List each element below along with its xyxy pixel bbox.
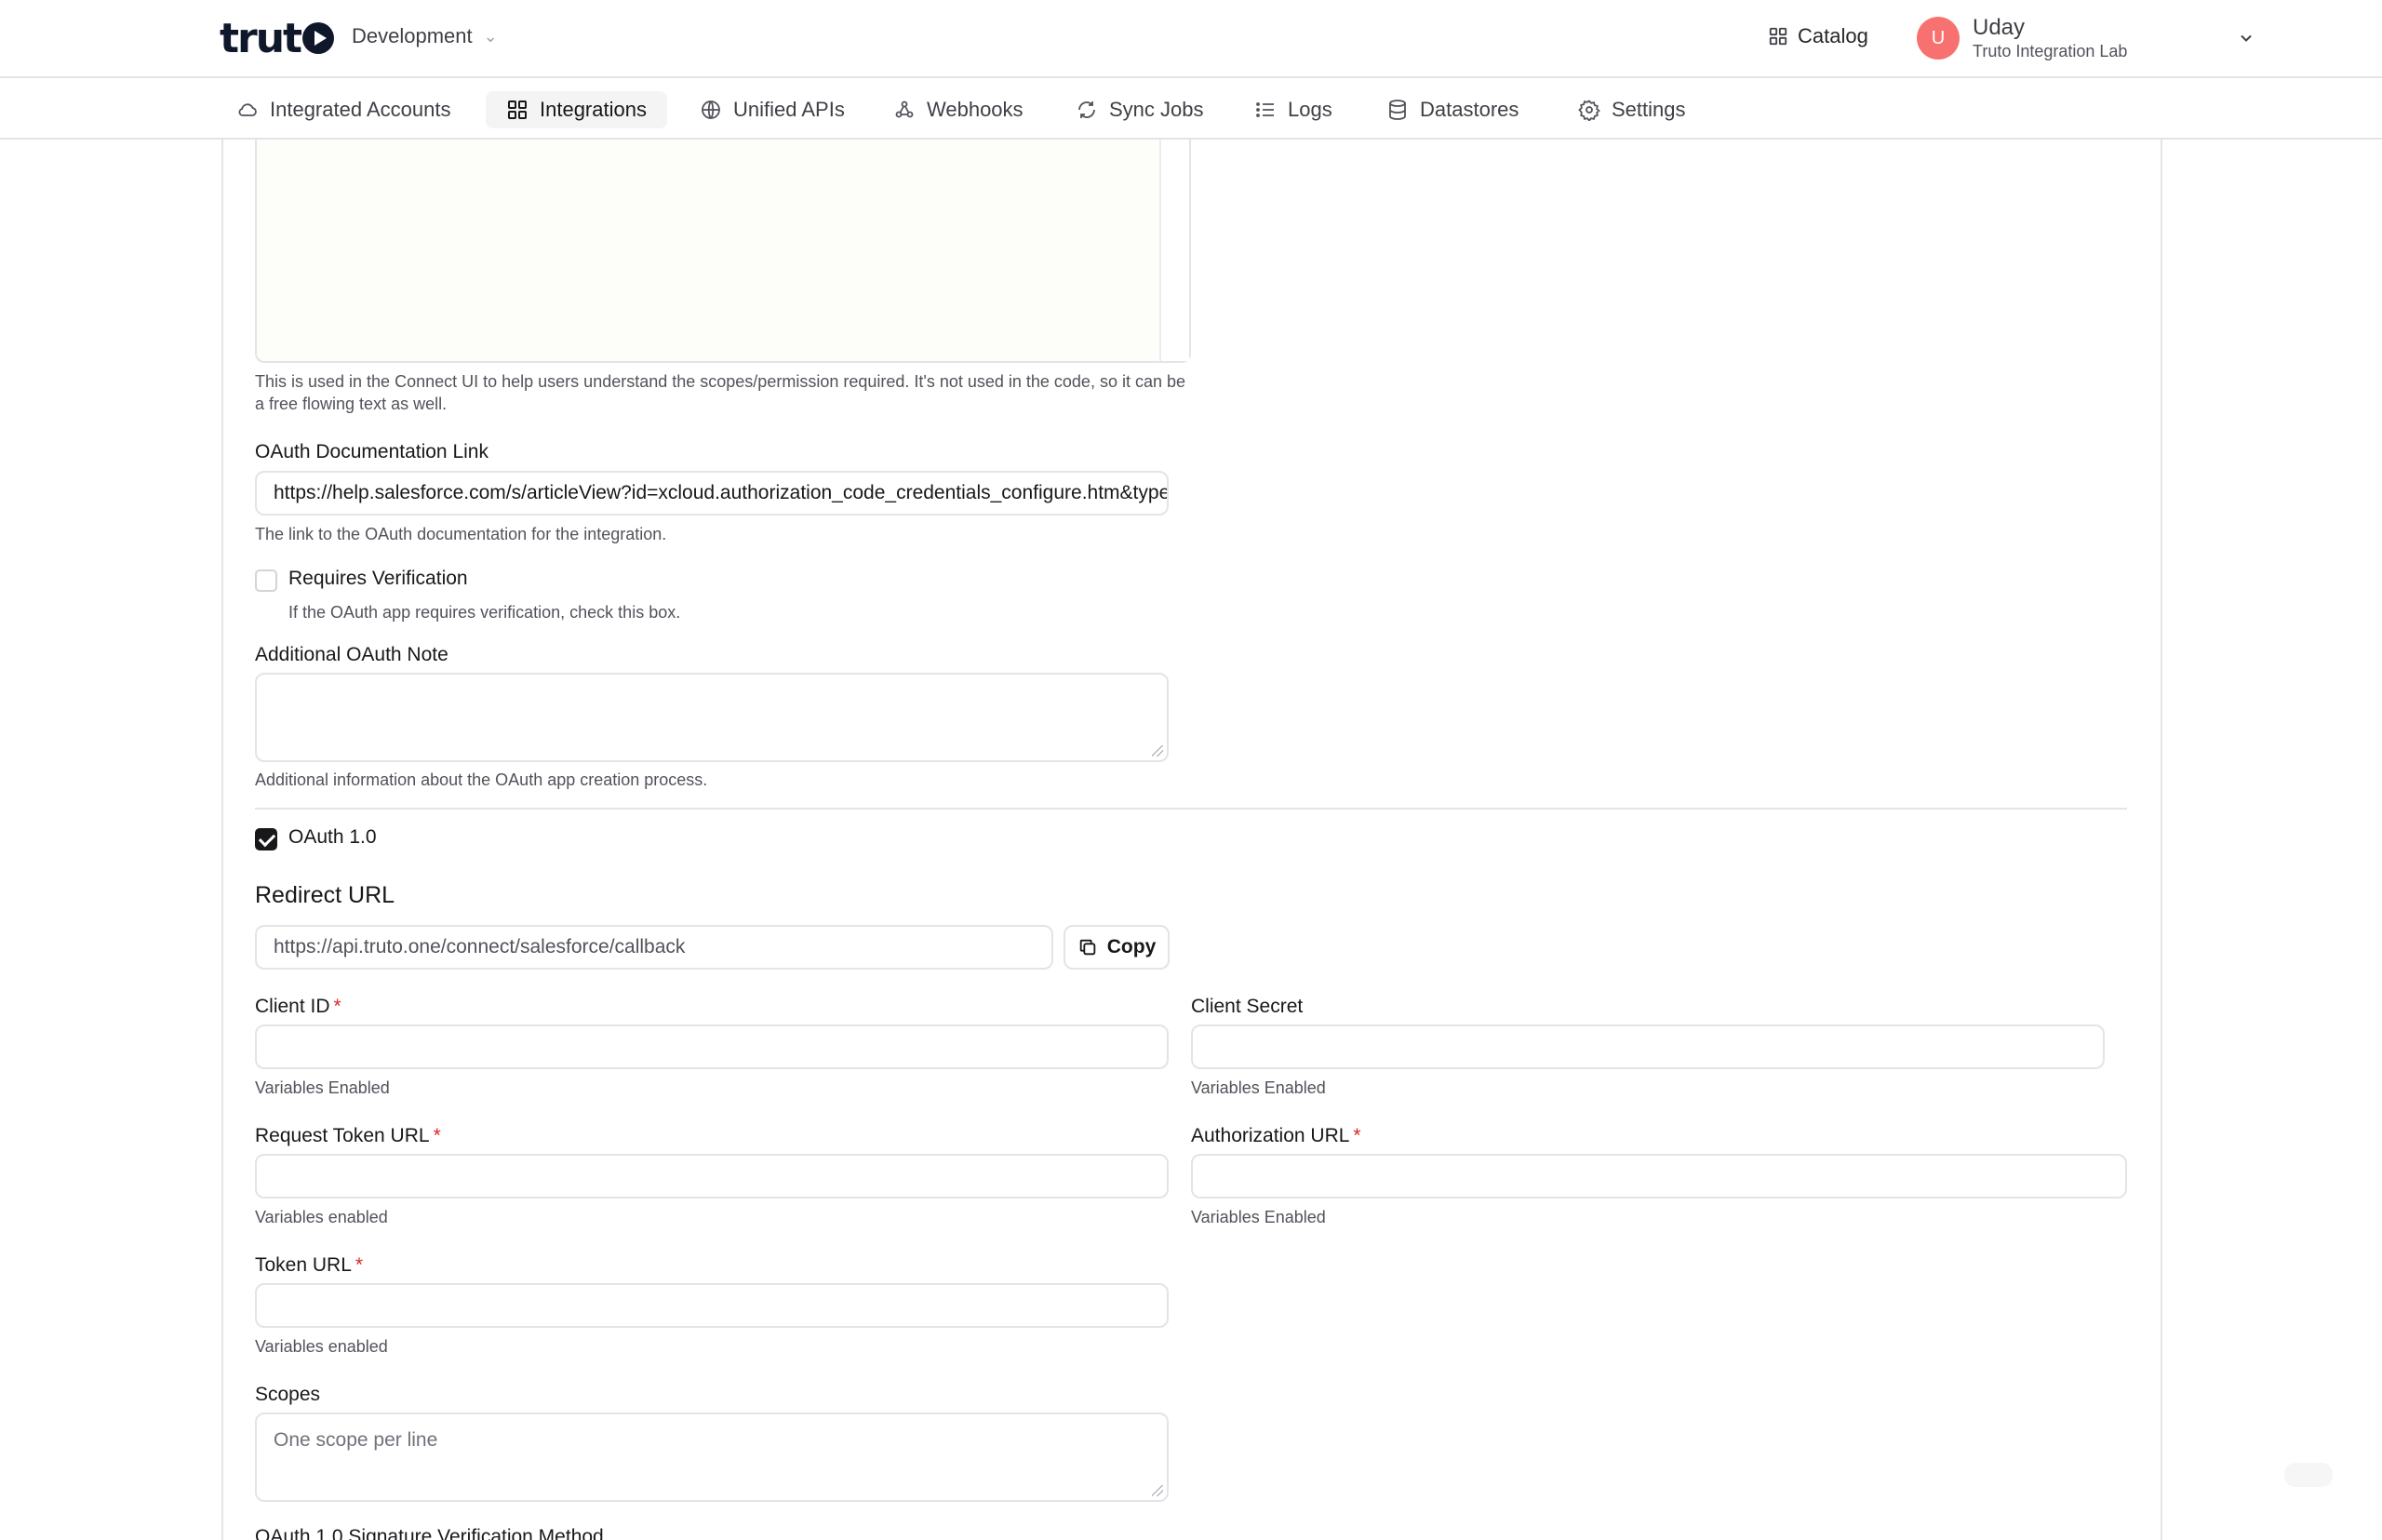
scopes-label: Scopes: [255, 1384, 321, 1405]
additional-note-help: Additional information about the OAuth a…: [255, 770, 708, 789]
catalog-button[interactable]: Catalog: [1768, 24, 1868, 48]
oauth1-checkbox[interactable]: [255, 828, 277, 850]
webhook-icon: [895, 100, 914, 118]
requires-verification-checkbox[interactable]: [255, 569, 277, 592]
database-icon: [1389, 100, 1406, 120]
scrollbar[interactable]: [1159, 140, 1189, 361]
chevron-down-icon: [2241, 34, 2253, 42]
requires-verification-label: Requires Verification: [288, 568, 468, 589]
scopes-description-help: This is used in the Connect UI to help u…: [255, 372, 1186, 413]
nav-item-webhooks[interactable]: Webhooks: [873, 91, 1044, 128]
nav-item-integrations[interactable]: Integrations: [486, 91, 667, 128]
signature-method-label: OAuth 1.0 Signature Verification Method: [255, 1526, 604, 1540]
main-nav: Integrated Accounts Integrations Unified…: [0, 78, 2382, 140]
client-secret-label: Client Secret: [1191, 996, 1304, 1017]
logo-play-icon: [302, 22, 335, 54]
copy-icon: [1079, 939, 1095, 956]
sync-icon: [1078, 101, 1095, 118]
grid-icon: [508, 100, 527, 119]
avatar: U: [1917, 17, 1960, 60]
chevron-down-icon: ⌄: [483, 26, 498, 46]
user-org: Truto Integration Lab: [1973, 42, 2128, 60]
request-token-url-input[interactable]: [255, 1154, 1169, 1199]
nav-item-integrated-accounts[interactable]: Integrated Accounts: [216, 91, 471, 128]
catalog-label: Catalog: [1798, 24, 1868, 47]
resize-handle[interactable]: [1152, 745, 1163, 757]
oauth1-label: OAuth 1.0: [288, 826, 377, 848]
scopes-placeholder: One scope per line: [274, 1429, 438, 1451]
nav-item-logs[interactable]: Logs: [1234, 91, 1353, 128]
authorization-url-input[interactable]: [1191, 1154, 2127, 1199]
user-menu[interactable]: U Uday Truto Integration Lab: [1917, 15, 2255, 61]
token-url-input[interactable]: [255, 1283, 1169, 1328]
client-secret-input[interactable]: [1191, 1024, 2105, 1069]
additional-note-textarea[interactable]: [255, 673, 1169, 762]
environment-label: Development: [352, 24, 473, 47]
token-url-help: Variables enabled: [255, 1337, 388, 1356]
required-marker: *: [1353, 1125, 1361, 1146]
authorization-url-help: Variables Enabled: [1191, 1208, 1326, 1226]
globe-icon: [702, 100, 720, 119]
oauth-doc-link-input[interactable]: https://help.salesforce.com/s/articleVie…: [255, 471, 1169, 516]
cloud-icon: [238, 103, 257, 116]
truto-logo[interactable]: truto trut: [220, 15, 335, 62]
required-marker: *: [433, 1125, 441, 1146]
floating-widget[interactable]: [2284, 1463, 2333, 1487]
client-id-label: Client ID *: [255, 996, 341, 1017]
redirect-url-input[interactable]: https://api.truto.one/connect/salesforce…: [255, 925, 1053, 970]
request-token-url-help: Variables enabled: [255, 1208, 388, 1226]
required-marker: *: [355, 1254, 364, 1276]
list-icon: [1256, 102, 1274, 117]
resize-handle[interactable]: [1152, 1485, 1163, 1496]
required-marker: *: [333, 996, 341, 1017]
scopes-description-textarea[interactable]: [255, 140, 1191, 363]
user-name: Uday: [1973, 15, 2026, 40]
redirect-url-title: Redirect URL: [255, 882, 395, 908]
section-divider: [255, 808, 2127, 810]
gear-icon: [1578, 100, 1600, 121]
environment-switcher[interactable]: Development ⌄: [352, 24, 498, 48]
nav-item-sync-jobs[interactable]: Sync Jobs: [1055, 91, 1224, 128]
scopes-textarea[interactable]: One scope per line: [255, 1413, 1169, 1502]
requires-verification-help: If the OAuth app requires verification, …: [288, 603, 681, 622]
oauth-doc-link-label: OAuth Documentation Link: [255, 441, 488, 462]
oauth-doc-link-help: The link to the OAuth documentation for …: [255, 525, 667, 543]
grid-icon: [1769, 27, 1787, 46]
authorization-url-label: Authorization URL *: [1191, 1125, 1361, 1146]
additional-note-label: Additional OAuth Note: [255, 644, 448, 665]
nav-item-unified-apis[interactable]: Unified APIs: [679, 91, 865, 128]
token-url-label: Token URL *: [255, 1254, 364, 1276]
top-bar: truto trut Development ⌄ Catalog U Uday …: [0, 0, 2382, 78]
client-id-input[interactable]: [255, 1024, 1169, 1069]
request-token-url-label: Request Token URL *: [255, 1125, 441, 1146]
copy-button[interactable]: Copy: [1064, 925, 1170, 970]
nav-item-datastores[interactable]: Datastores: [1366, 91, 1539, 128]
client-secret-help: Variables Enabled: [1191, 1078, 1326, 1097]
nav-item-settings[interactable]: Settings: [1558, 91, 1706, 128]
client-id-help: Variables Enabled: [255, 1078, 390, 1097]
